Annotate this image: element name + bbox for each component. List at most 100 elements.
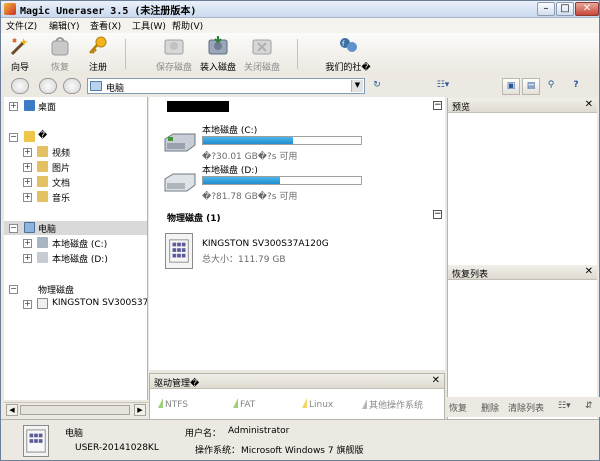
computer-icon [24, 222, 35, 233]
drive-c-icon [37, 237, 48, 248]
close-disk-button[interactable]: 关闭磁盘 [243, 33, 281, 73]
scroll-thumb[interactable] [20, 405, 130, 415]
list-toggle-icon[interactable]: ▤ [522, 78, 540, 95]
tree-item-drive-d[interactable]: + 本地磁盘 (D:) [4, 251, 147, 265]
tree-item-drive-c[interactable]: + 本地磁盘 (C:) [4, 236, 147, 250]
register-button[interactable]: 注册 [79, 33, 117, 73]
search-icon[interactable]: ⚲ [542, 78, 560, 95]
collapse-physical-icon[interactable]: − [433, 210, 442, 219]
community-icon: f [340, 38, 357, 52]
close-icon[interactable]: ✕ [432, 375, 440, 386]
collapse-icon[interactable]: − [9, 133, 18, 142]
user-folder-icon [24, 131, 35, 142]
tab-linux[interactable]: Linux [302, 398, 333, 415]
up-button[interactable] [63, 78, 81, 94]
preview-toggle-icon[interactable]: ▣ [502, 78, 520, 95]
disk-icon [165, 233, 193, 269]
folder-tree: + 桌面 − � + 视频 + 图片 + 文档 + 音乐 − 电脑 + 本地磁盘… [4, 97, 148, 400]
menu-help[interactable]: 帮助(V) [172, 19, 203, 32]
menu-bar: 文件(Z) 编辑(Y) 查看(X) 工具(W) 帮助(V) [1, 18, 599, 33]
tree-item-desktop[interactable]: + 桌面 [4, 99, 147, 113]
close-icon[interactable]: ✕ [585, 99, 593, 110]
scroll-left-icon[interactable]: ◀ [6, 404, 18, 416]
tab-fat[interactable]: FAT [233, 398, 255, 415]
expand-icon[interactable]: + [23, 254, 32, 263]
recover-list-button[interactable]: 恢复 [449, 401, 467, 414]
drive-d-item[interactable]: 本地磁盘 (D:) �?81.78 GB�?s 可用 [159, 163, 439, 202]
more-icon[interactable]: ⇵ [585, 401, 593, 411]
expand-icon[interactable]: + [23, 148, 32, 157]
expand-icon[interactable]: + [23, 178, 32, 187]
back-button[interactable] [11, 78, 29, 94]
tree-item-documents[interactable]: + 文档 [4, 175, 147, 189]
status-host: USER-20141028KL [75, 443, 159, 453]
minimize-button[interactable]: – [537, 2, 555, 16]
maximize-button[interactable]: □ [556, 2, 574, 16]
recover-icon [51, 37, 69, 56]
tree-item-music[interactable]: + 音乐 [4, 190, 147, 204]
kingston-disk-item[interactable]: KINGSTON SV300S37A120G 总大小：111.79 GB [165, 233, 415, 273]
expand-icon[interactable]: + [23, 163, 32, 172]
menu-view[interactable]: 查看(X) [90, 19, 121, 32]
collapse-icon[interactable]: − [9, 285, 18, 294]
expand-icon[interactable]: + [23, 239, 32, 248]
menu-edit[interactable]: 编辑(Y) [49, 19, 80, 32]
hard-drive-icon [164, 133, 196, 152]
expand-icon[interactable]: + [23, 300, 32, 309]
delete-button[interactable]: 删除 [481, 401, 499, 414]
close-button[interactable]: ✕ [575, 2, 599, 16]
computer-icon [90, 81, 102, 91]
help-icon[interactable]: ? [567, 78, 585, 95]
view-mode-icon[interactable]: ☷▾ [431, 78, 455, 95]
save-disk-button[interactable]: 保存磁盘 [155, 33, 193, 73]
recovery-list-header: 恢复列表 ✕ [448, 265, 597, 280]
videos-folder-icon [37, 146, 48, 157]
pictures-folder-icon [37, 161, 48, 172]
forward-button[interactable] [39, 78, 57, 94]
tree-item-videos[interactable]: + 视频 [4, 145, 147, 159]
close-icon[interactable]: ✕ [585, 266, 593, 277]
load-disk-icon [208, 36, 228, 55]
refresh-icon[interactable]: ↻ [368, 78, 386, 95]
load-disk-button[interactable]: 装入磁盘 [199, 33, 237, 73]
drive-d-usage-fill [203, 177, 281, 184]
content-pane: − 本地磁盘 (C:) �?30.01 GB�?s 可用 本地磁盘 (D:) �… [149, 97, 445, 370]
disk-icon [23, 425, 49, 457]
collapse-drives-icon[interactable]: − [433, 101, 442, 110]
close-disk-label: 关闭磁盘 [243, 63, 280, 73]
chevron-down-icon[interactable]: ▼ [351, 80, 363, 92]
tree-item-kingston[interactable]: + KINGSTON SV300S37A12 [4, 297, 147, 311]
drive-c-item[interactable]: 本地磁盘 (C:) �?30.01 GB�?s 可用 [159, 123, 439, 162]
tree-item-user[interactable]: − � [4, 130, 147, 144]
menu-file[interactable]: 文件(Z) [6, 19, 37, 32]
drive-manager-panel: 驱动管理� ✕ NTFS FAT Linux 其他操作系统 [149, 373, 445, 420]
expand-icon[interactable]: + [9, 102, 18, 111]
app-icon [4, 3, 16, 15]
menu-tools[interactable]: 工具(W) [132, 19, 166, 32]
community-button[interactable]: f 我们的社� [325, 33, 371, 73]
preview-header: 预览 ✕ [448, 98, 597, 113]
app-window: Magic Uneraser 3.5 (未注册版本) – □ ✕ 文件(Z) 编… [0, 0, 600, 461]
clear-list-button[interactable]: 清除列表 [508, 401, 544, 414]
drive-c-usage-fill [203, 137, 294, 144]
tree-item-computer[interactable]: − 电脑 [4, 221, 147, 235]
toolbar: 向导 恢复 注册 保存磁盘 装入磁盘 关闭磁盘 f 我们的社� [1, 33, 599, 75]
key-icon [89, 36, 107, 54]
tree-item-physical[interactable]: − 物理磁盘 [4, 282, 147, 296]
scroll-right-icon[interactable]: ▶ [134, 404, 146, 416]
address-value: 电脑 [106, 84, 125, 94]
address-combo[interactable]: 电脑 ▼ [87, 78, 365, 94]
tree-scrollbar[interactable]: ◀ ▶ [4, 402, 148, 417]
tab-other-os[interactable]: 其他操作系统 [362, 398, 423, 415]
save-disk-icon [164, 39, 184, 55]
view-mode-icon[interactable]: ☷▾ [558, 401, 571, 411]
desktop-icon [24, 100, 35, 111]
status-os-label: 操作系统： [195, 446, 241, 456]
status-title: 电脑 [65, 429, 84, 439]
collapse-icon[interactable]: − [9, 224, 18, 233]
expand-icon[interactable]: + [23, 193, 32, 202]
community-label: 我们的社� [325, 63, 371, 73]
tree-item-pictures[interactable]: + 图片 [4, 160, 147, 174]
tab-ntfs[interactable]: NTFS [158, 398, 188, 415]
status-os: Microsoft Windows 7 旗舰版 [241, 446, 364, 456]
